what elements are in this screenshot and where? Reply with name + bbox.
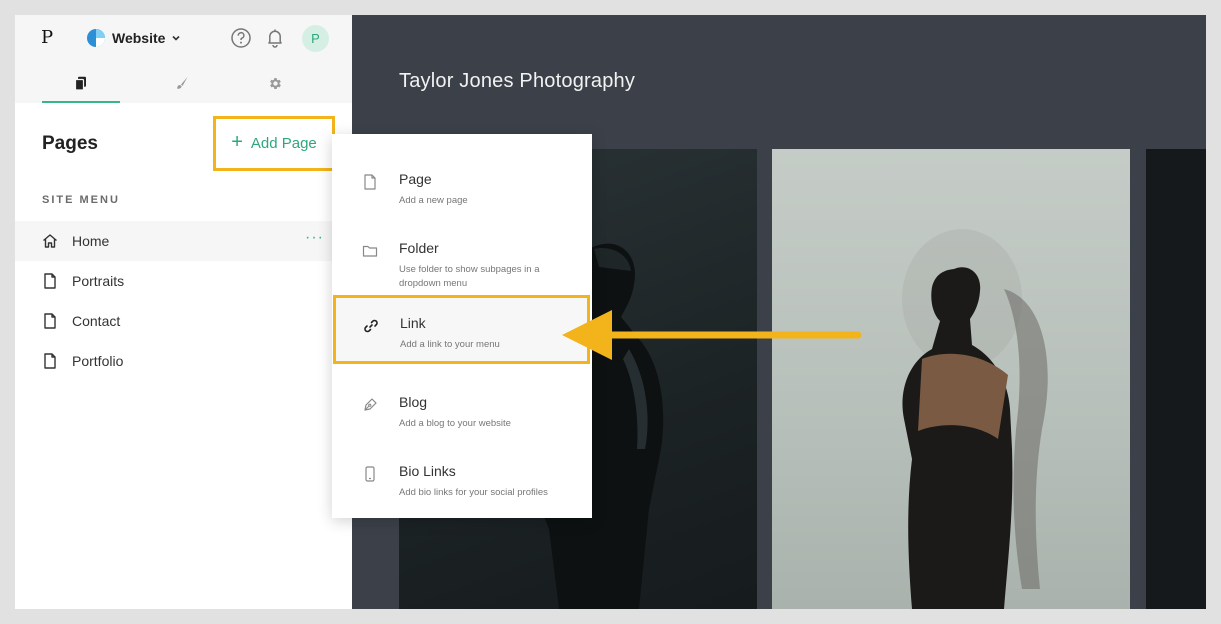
sidebar-item-label: Home — [72, 233, 110, 249]
dropdown-item-description: Add a new page — [399, 195, 468, 206]
dropdown-item-title: Bio Links — [399, 463, 456, 479]
sidebar-item-label: Portraits — [72, 273, 125, 289]
sidebar-item-portfolio[interactable]: Portfolio — [15, 341, 332, 381]
help-icon[interactable] — [230, 27, 252, 49]
dropdown-item-blog[interactable]: Blog Add a blog to your website — [332, 375, 592, 444]
dropdown-item-description: Add bio links for your social profiles — [399, 487, 548, 498]
pages-icon — [74, 76, 86, 91]
sidebar-item-label: Contact — [72, 313, 121, 329]
avatar[interactable]: P — [302, 25, 329, 52]
portfolio-photo — [772, 149, 1130, 609]
home-icon — [43, 234, 57, 248]
dropdown-item-description: Add a link to your menu — [400, 339, 500, 350]
dropdown-item-title: Page — [399, 171, 432, 187]
sidebar-tabs — [15, 63, 352, 103]
dropdown-item-folder[interactable]: Folder Use folder to show subpages in a … — [332, 221, 592, 290]
add-page-label: Add Page — [250, 135, 317, 152]
sidebar-item-contact[interactable]: Contact — [15, 301, 332, 341]
sidebar-item-home[interactable]: Home ··· — [15, 221, 332, 261]
chevron-down-icon — [172, 35, 181, 41]
dropdown-item-description: Add a blog to your website — [399, 418, 511, 429]
dropdown-item-description: Use folder to show subpages in a dropdow… — [399, 264, 540, 289]
tab-pages[interactable] — [42, 63, 120, 103]
dropdown-item-title: Blog — [399, 394, 428, 410]
site-switcher[interactable]: Website — [87, 27, 181, 49]
brush-icon — [177, 77, 188, 89]
tab-design[interactable] — [143, 63, 221, 103]
page-icon — [364, 174, 376, 190]
tab-settings[interactable] — [236, 63, 314, 103]
sidebar-item-label: Portfolio — [72, 353, 124, 369]
folder-icon — [362, 245, 378, 257]
app-window: P Website P Pages + Add Page SITE MENU H… — [15, 15, 1206, 609]
site-title: Taylor Jones Photography — [399, 70, 636, 92]
add-page-dropdown: Page Add a new page Folder Use folder to… — [332, 134, 592, 518]
dropdown-item-link[interactable]: Link Add a link to your menu — [333, 295, 590, 364]
page-icon — [44, 313, 56, 329]
link-icon — [364, 319, 378, 333]
bell-icon[interactable] — [264, 27, 286, 49]
dropdown-item-title: Link — [400, 315, 426, 331]
gear-icon — [269, 77, 281, 89]
site-logo-icon — [87, 29, 105, 47]
site-name: Website — [112, 30, 166, 46]
brand-logo[interactable]: P — [41, 27, 53, 48]
more-options-icon[interactable]: ··· — [305, 230, 324, 246]
dropdown-item-bio-links[interactable]: Bio Links Add bio links for your social … — [332, 444, 592, 513]
sidebar: P Website P Pages + Add Page SITE MENU H… — [15, 15, 352, 609]
portfolio-photo — [1146, 149, 1206, 609]
page-title: Pages — [42, 133, 98, 154]
person-silhouette-image — [902, 229, 1048, 609]
page-icon — [44, 353, 56, 369]
add-page-button[interactable]: + Add Page — [213, 116, 335, 171]
top-bar: P Website P — [15, 15, 352, 63]
dropdown-item-page[interactable]: Page Add a new page — [332, 152, 592, 221]
pen-icon — [364, 398, 377, 411]
phone-icon — [365, 466, 375, 482]
site-menu-list: Home ··· Portraits Contact Portfolio — [15, 221, 332, 381]
plus-icon: + — [231, 130, 243, 153]
dropdown-item-title: Folder — [399, 240, 439, 256]
site-menu-heading: SITE MENU — [42, 194, 120, 206]
sidebar-item-portraits[interactable]: Portraits — [15, 261, 332, 301]
page-icon — [44, 273, 56, 289]
